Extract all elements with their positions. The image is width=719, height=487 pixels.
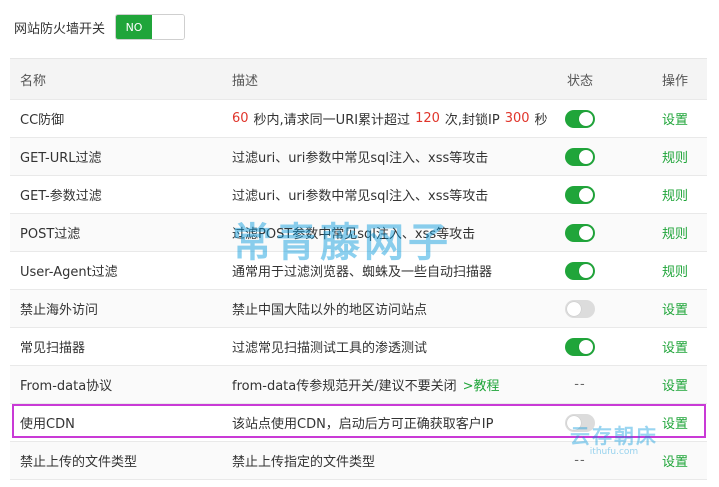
status-cell [550, 176, 610, 213]
op-rules-link[interactable]: 规则 [650, 138, 700, 175]
table-row-upload-types: 禁止上传的文件类型 禁止上传指定的文件类型 -- 设置 [10, 442, 707, 480]
site-firewall-label: 网站防火墙开关 [14, 21, 106, 37]
op-settings-link[interactable]: 设置 [650, 404, 700, 441]
rule-name: CC防御 [20, 113, 65, 128]
rule-name: 使用CDN [20, 417, 75, 432]
site-firewall-toggle[interactable]: NO [115, 14, 186, 40]
rule-desc: 过滤POST参数中常见sql注入、xss等攻击 [232, 227, 476, 242]
table-row-cdn: 使用CDN 该站点使用CDN，启动后方可正确获取客户IP 设置 [10, 404, 707, 442]
rule-name: 常见扫描器 [20, 341, 86, 356]
rule-desc-text: from-data传参规范开关/建议不要关闭 [232, 379, 457, 394]
rule-desc: 过滤uri、uri参数中常见sql注入、xss等攻击 [232, 189, 489, 204]
site-firewall-switch-bar: 网站防火墙开关 NO [14, 12, 186, 42]
rules-table: 名称 描述 状态 操作 CC防御 60 秒内,请求同一URI累计超过 120 次… [10, 58, 707, 480]
status-switch[interactable] [565, 223, 595, 242]
toggle-off-area [152, 15, 185, 39]
status-switch[interactable] [565, 147, 595, 166]
cc-text-1: 秒内,请求同一URI累计超过 [253, 113, 411, 128]
table-row-scanner: 常见扫描器 过滤常见扫描测试工具的渗透测试 设置 [10, 328, 707, 366]
rule-desc: 过滤uri、uri参数中常见sql注入、xss等攻击 [232, 151, 489, 166]
table-header: 名称 描述 状态 操作 [10, 59, 707, 100]
rule-name: 禁止上传的文件类型 [20, 455, 138, 470]
cc-ban-seconds: 300 [504, 111, 530, 126]
op-rules-link[interactable]: 规则 [650, 252, 700, 289]
header-name: 名称 [20, 73, 47, 89]
cc-text-3: 秒 [534, 113, 548, 128]
table-row-cc: CC防御 60 秒内,请求同一URI累计超过 120 次,封锁IP 300 秒 … [10, 100, 707, 138]
op-settings-link[interactable]: 设置 [650, 100, 700, 137]
table-row-user-agent: User-Agent过滤 通常用于过滤浏览器、蜘蛛及一些自动扫描器 规则 [10, 252, 707, 290]
status-switch[interactable] [565, 261, 595, 280]
status-placeholder: -- [574, 453, 586, 468]
header-desc: 描述 [232, 73, 259, 89]
op-rules-link[interactable]: 规则 [650, 214, 700, 251]
rule-desc: 60 秒内,请求同一URI累计超过 120 次,封锁IP 300 秒 [232, 100, 548, 137]
table-row-overseas: 禁止海外访问 禁止中国大陆以外的地区访问站点 设置 [10, 290, 707, 328]
table-row-post: POST过滤 过滤POST参数中常见sql注入、xss等攻击 规则 [10, 214, 707, 252]
status-switch[interactable] [565, 109, 595, 128]
op-rules-link[interactable]: 规则 [650, 176, 700, 213]
toggle-state-text: NO [116, 15, 153, 39]
table-row-get-param: GET-参数过滤 过滤uri、uri参数中常见sql注入、xss等攻击 规则 [10, 176, 707, 214]
op-settings-link[interactable]: 设置 [650, 366, 700, 403]
status-placeholder: -- [574, 377, 586, 392]
status-cell [550, 328, 610, 365]
op-settings-link[interactable]: 设置 [650, 442, 700, 479]
op-settings-link[interactable]: 设置 [650, 328, 700, 365]
rule-name: GET-参数过滤 [20, 189, 102, 204]
cc-seconds: 60 [232, 111, 249, 126]
rule-desc: from-data传参规范开关/建议不要关闭 >教程 [232, 366, 500, 403]
status-cell [550, 138, 610, 175]
rule-name: User-Agent过滤 [20, 265, 118, 280]
header-op: 操作 [661, 73, 688, 89]
op-settings-link[interactable]: 设置 [650, 290, 700, 327]
waf-settings-page: 网站防火墙开关 NO 名称 描述 状态 操作 CC防御 60 秒内,请求同一UR… [0, 0, 719, 487]
rule-desc: 禁止中国大陆以外的地区访问站点 [232, 303, 428, 318]
status-cell [550, 100, 610, 137]
rule-desc: 通常用于过滤浏览器、蜘蛛及一些自动扫描器 [232, 265, 493, 280]
table-row-get-url: GET-URL过滤 过滤uri、uri参数中常见sql注入、xss等攻击 规则 [10, 138, 707, 176]
rule-name: From-data协议 [20, 379, 113, 394]
status-switch[interactable] [565, 299, 595, 318]
status-cell [550, 252, 610, 289]
header-status: 状态 [566, 73, 593, 89]
rule-desc: 过滤常见扫描测试工具的渗透测试 [232, 341, 428, 356]
status-switch[interactable] [565, 185, 595, 204]
cc-count: 120 [415, 111, 440, 126]
status-cell [550, 290, 610, 327]
rule-desc: 禁止上传指定的文件类型 [232, 455, 376, 470]
rule-name: POST过滤 [20, 227, 81, 242]
cc-text-2: 次,封锁IP [444, 113, 500, 128]
rule-desc: 该站点使用CDN，启动后方可正确获取客户IP [232, 417, 494, 432]
tutorial-link[interactable]: >教程 [463, 375, 500, 394]
rule-name: 禁止海外访问 [20, 303, 99, 318]
status-cell [550, 404, 610, 441]
rule-name: GET-URL过滤 [20, 151, 102, 166]
status-switch[interactable] [565, 337, 595, 356]
table-row-form-data: From-data协议 from-data传参规范开关/建议不要关闭 >教程 -… [10, 366, 707, 404]
status-switch[interactable] [565, 413, 595, 432]
status-cell [550, 214, 610, 251]
